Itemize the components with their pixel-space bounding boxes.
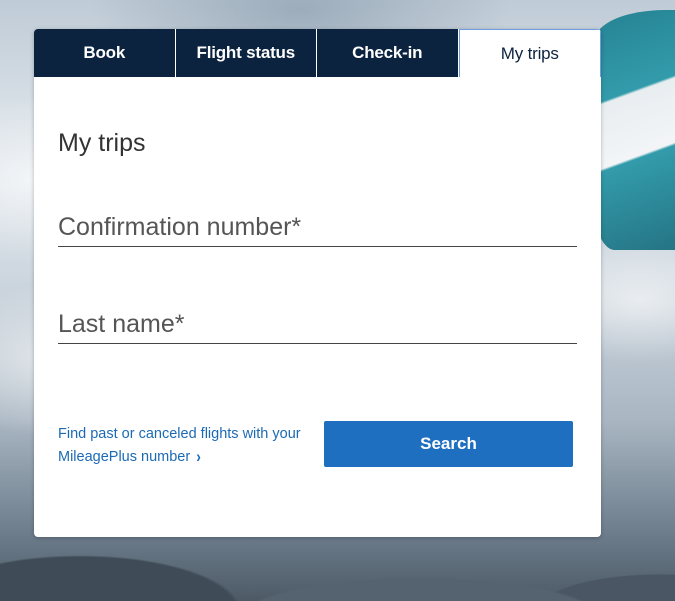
confirmation-number-field[interactable]: Confirmation number* <box>58 208 577 247</box>
mileageplus-lookup-link[interactable]: Find past or canceled flights with your … <box>58 423 313 468</box>
tab-book[interactable]: Book <box>34 29 176 77</box>
last-name-placeholder: Last name* <box>58 310 185 338</box>
my-trips-panel: My trips Confirmation number* Last name* <box>34 129 601 344</box>
tab-check-in[interactable]: Check-in <box>317 29 459 77</box>
background-paraglider <box>595 10 675 250</box>
chevron-right-icon: › <box>196 446 201 466</box>
form-actions: Find past or canceled flights with your … <box>58 421 573 468</box>
booking-widget: Book Flight status Check-in My trips My … <box>34 29 601 537</box>
tab-bar: Book Flight status Check-in My trips <box>34 29 601 77</box>
tab-flight-status[interactable]: Flight status <box>175 29 317 77</box>
search-button[interactable]: Search <box>324 421 573 467</box>
tab-my-trips[interactable]: My trips <box>458 29 601 77</box>
confirmation-number-placeholder: Confirmation number* <box>58 213 302 241</box>
mileageplus-link-text: Find past or canceled flights with your … <box>58 426 301 465</box>
panel-title: My trips <box>58 129 146 157</box>
last-name-field[interactable]: Last name* <box>58 305 577 344</box>
